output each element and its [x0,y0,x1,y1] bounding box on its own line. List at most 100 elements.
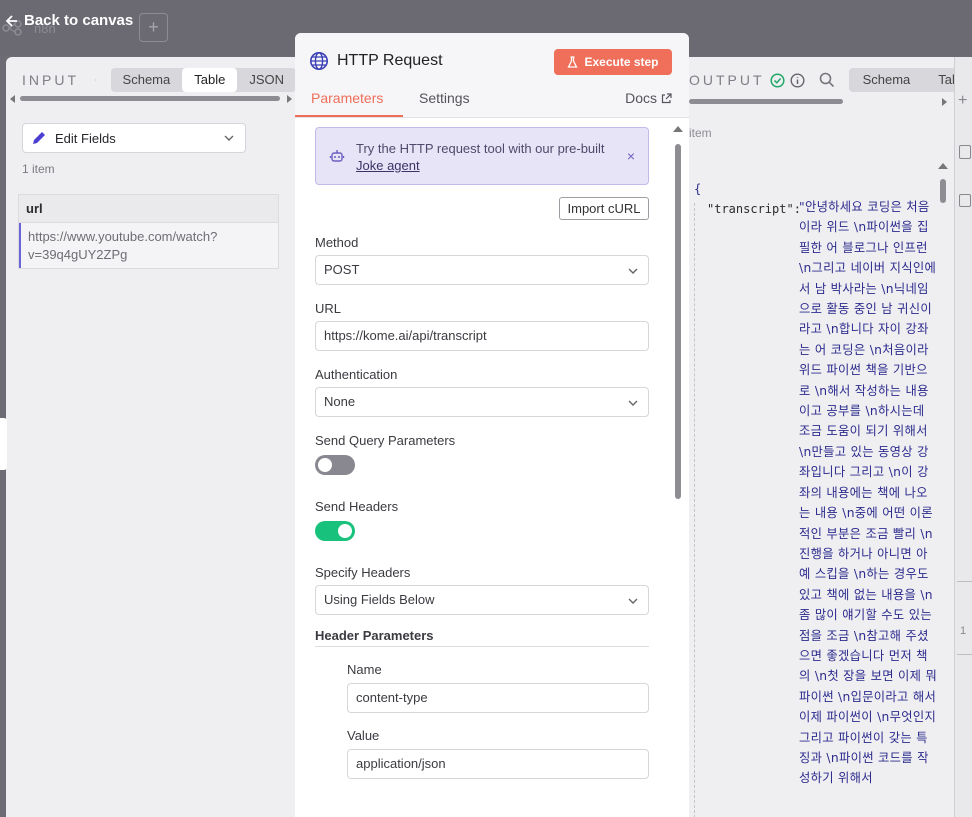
specify-headers-label: Specify Headers [315,565,411,580]
input-panel: INPUT Schema Table JSON Edit Fields 1 it… [6,57,296,817]
input-label: INPUT [22,72,79,88]
parameters-scrollbar[interactable] [672,124,684,784]
send-query-toggle[interactable] [315,455,355,475]
chevron-down-icon [224,135,234,141]
tab-table[interactable]: Table [924,68,954,92]
scrollbar-thumb[interactable] [940,179,946,203]
input-node-select-value: Edit Fields [55,130,116,146]
info-icon[interactable] [790,72,805,88]
success-check-icon [770,72,785,88]
input-horizontal-scrollbar[interactable] [10,95,292,103]
node-tabs: Parameters Settings Docs [295,87,689,118]
node-header: HTTP Request Execute step Parameters Set… [295,33,689,118]
node-title: HTTP Request [309,51,443,71]
specify-headers-value: Using Fields Below [324,592,435,607]
close-icon[interactable]: × [627,148,635,164]
header-name-input[interactable]: content-type [347,683,649,713]
scroll-right-arrow-icon[interactable] [287,95,292,103]
url-label: URL [315,301,342,316]
ai-tool-callout: Try the HTTP request tool with our pre-b… [315,127,649,185]
scroll-up-arrow-icon[interactable] [938,163,948,169]
external-link-icon [661,92,672,103]
method-value: POST [324,262,360,277]
output-vertical-scrollbar[interactable] [936,160,950,817]
json-open-brace: { [694,182,702,196]
header-value-input[interactable]: application/json [347,749,649,779]
chevron-down-icon [628,598,638,604]
table-header-url: url [19,195,278,223]
toggle-knob [318,458,332,472]
docs-link[interactable]: Docs [625,90,672,106]
authentication-select[interactable]: None [315,387,649,417]
arrow-left-icon [6,14,17,27]
input-node-select[interactable]: Edit Fields [22,123,246,153]
json-value-transcript[interactable]: "안녕하세요 코딩은 처음이라 위드 \n파이썬을 집필한 어 블로그나 인프런… [799,197,939,789]
callout-text: Try the HTTP request tool with our pre-b… [356,140,605,174]
tab-schema[interactable]: Schema [111,68,183,92]
joke-agent-link[interactable]: Joke agent [356,158,420,173]
output-horizontal-scrollbar[interactable] [689,98,947,106]
scroll-up-arrow-icon[interactable] [673,126,683,132]
add-node-button[interactable]: + [139,13,168,42]
scrollbar-thumb[interactable] [20,96,280,101]
pencil-icon [33,132,45,144]
tab-parameters[interactable]: Parameters [311,90,383,106]
input-view-tabs: Schema Table JSON [110,68,296,92]
send-query-label: Send Query Parameters [315,433,456,448]
output-panel-header: OUTPUT Schema Table [689,68,954,92]
right-edge-strip: + 1 [954,57,972,817]
divider [315,646,649,647]
input-table: url https://www.youtube.com/watch?v=39q4… [18,194,279,269]
scrollbar-thumb[interactable] [689,99,843,104]
header-name-label: Name [347,662,382,677]
scrollbar-thumb[interactable] [675,144,681,499]
parameters-body: Try the HTTP request tool with our pre-b… [295,118,689,817]
json-indent-guide [694,203,695,817]
send-headers-toggle[interactable] [315,521,355,541]
execute-step-button[interactable]: Execute step [554,49,672,75]
tab-table[interactable]: Table [182,68,238,92]
execute-step-label: Execute step [584,55,659,69]
active-tab-indicator [295,115,403,117]
input-item-count: 1 item [22,162,55,176]
toggle-knob [338,524,352,538]
json-viewer: { "transcript": "안녕하세요 코딩은 처음이라 위드 \n파이썬… [689,175,954,817]
header-parameters-title: Header Parameters [315,628,434,643]
flask-icon [567,56,579,68]
divider [957,654,972,655]
tab-schema[interactable]: Schema [849,68,925,92]
back-to-canvas-button[interactable]: Back to canvas [6,12,133,29]
specify-headers-select[interactable]: Using Fields Below [315,585,649,615]
chevron-down-icon [628,400,638,406]
robot-icon [329,150,345,162]
method-select[interactable]: POST [315,255,649,285]
json-key-transcript: "transcript": [707,202,801,216]
globe-icon [310,52,328,70]
authentication-value: None [324,394,356,409]
table-cell[interactable]: https://www.youtube.com/watch?v=39q4gUY2… [19,223,278,268]
output-item-count: item [689,126,712,140]
import-curl-button[interactable]: Import cURL [559,197,649,220]
panel-icon[interactable] [959,194,971,207]
send-headers-label: Send Headers [315,499,399,514]
url-input[interactable]: https://kome.ai/api/transcript [315,321,649,351]
scroll-right-arrow-icon[interactable] [942,98,947,106]
divider [957,581,972,582]
plus-icon[interactable]: + [958,92,967,110]
header-value-value: application/json [356,756,446,771]
output-view-tabs: Schema Table [848,68,954,92]
scroll-left-arrow-icon[interactable] [10,95,15,103]
note-icon[interactable] [959,145,971,159]
node-title-text: HTTP Request [337,52,443,69]
header-name-value: content-type [356,690,428,705]
search-icon[interactable] [819,72,835,88]
tab-json[interactable]: JSON [237,68,296,92]
header-value-label: Value [347,728,380,743]
search-icon[interactable] [95,72,97,88]
authentication-label: Authentication [315,367,398,382]
left-edge-handle[interactable] [0,418,7,470]
method-label: Method [315,235,359,250]
tab-settings[interactable]: Settings [419,90,470,106]
callout-message: Try the HTTP request tool with our pre-b… [356,141,605,156]
output-panel: OUTPUT Schema Table item { "transcript":… [689,57,954,817]
